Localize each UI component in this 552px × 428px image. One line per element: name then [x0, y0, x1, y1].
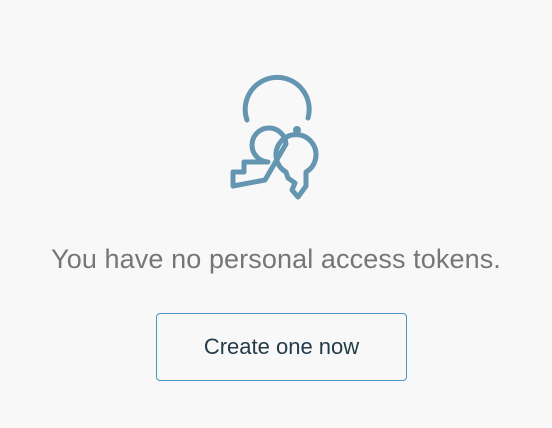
create-token-button[interactable]: Create one now: [156, 313, 407, 381]
keys-icon: [230, 74, 319, 200]
empty-message: You have no personal access tokens.: [51, 244, 501, 274]
empty-state: You have no personal access tokens. Crea…: [0, 0, 552, 428]
